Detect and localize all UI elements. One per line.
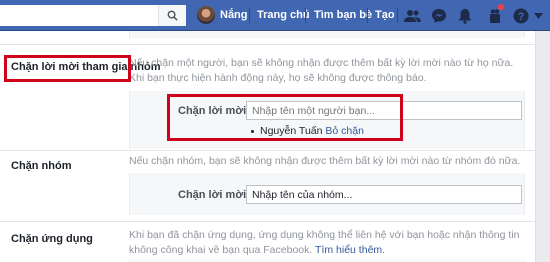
section-description-block-groups: Nếu chặn nhóm, bạn sẽ không nhận được th…: [129, 155, 521, 167]
search-icon: [167, 10, 178, 21]
search-button[interactable]: [158, 5, 186, 26]
nav-home[interactable]: Trang chủ: [257, 9, 310, 21]
messenger-icon[interactable]: [430, 7, 447, 24]
notifications-icon[interactable]: [456, 7, 473, 24]
group-name-input[interactable]: [246, 185, 522, 204]
nav-find-friends[interactable]: Tìm bạn bè: [314, 9, 372, 21]
nav-divider: [305, 8, 306, 23]
svg-text:?: ?: [517, 11, 524, 23]
nav-divider: [397, 8, 398, 23]
page-margin: [536, 31, 550, 262]
divider: [0, 150, 536, 151]
friends-icon[interactable]: [404, 7, 421, 24]
section-title-block-groups: Chặn nhóm: [11, 160, 72, 172]
divider: [0, 221, 536, 222]
highlight-box-section-title: [4, 55, 131, 82]
notification-badge: [497, 3, 505, 11]
nav-divider: [249, 8, 250, 23]
nav-divider: [367, 8, 368, 23]
learn-more-link[interactable]: Tìm hiểu thêm.: [315, 244, 385, 256]
divider: [0, 44, 536, 45]
avatar[interactable]: [197, 6, 215, 24]
top-navigation-bar: Nắng Trang chủ Tìm bạn bè Tạo ?: [0, 0, 550, 31]
section-description-group-invites: Nếu chặn một người, bạn sẽ không nhận đư…: [129, 57, 514, 84]
profile-link[interactable]: Nắng: [220, 9, 248, 21]
section-title-block-apps: Chặn ứng dụng: [11, 233, 93, 245]
nav-create[interactable]: Tạo: [375, 9, 395, 21]
section-description-block-apps: Khi bạn đã chặn ứng dụng, ứng dụng không…: [129, 228, 529, 258]
help-icon[interactable]: ?: [512, 7, 529, 24]
highlight-box-invite-block: [167, 94, 403, 141]
account-menu-icon[interactable]: [532, 7, 544, 24]
previous-section-block: [129, 31, 525, 38]
